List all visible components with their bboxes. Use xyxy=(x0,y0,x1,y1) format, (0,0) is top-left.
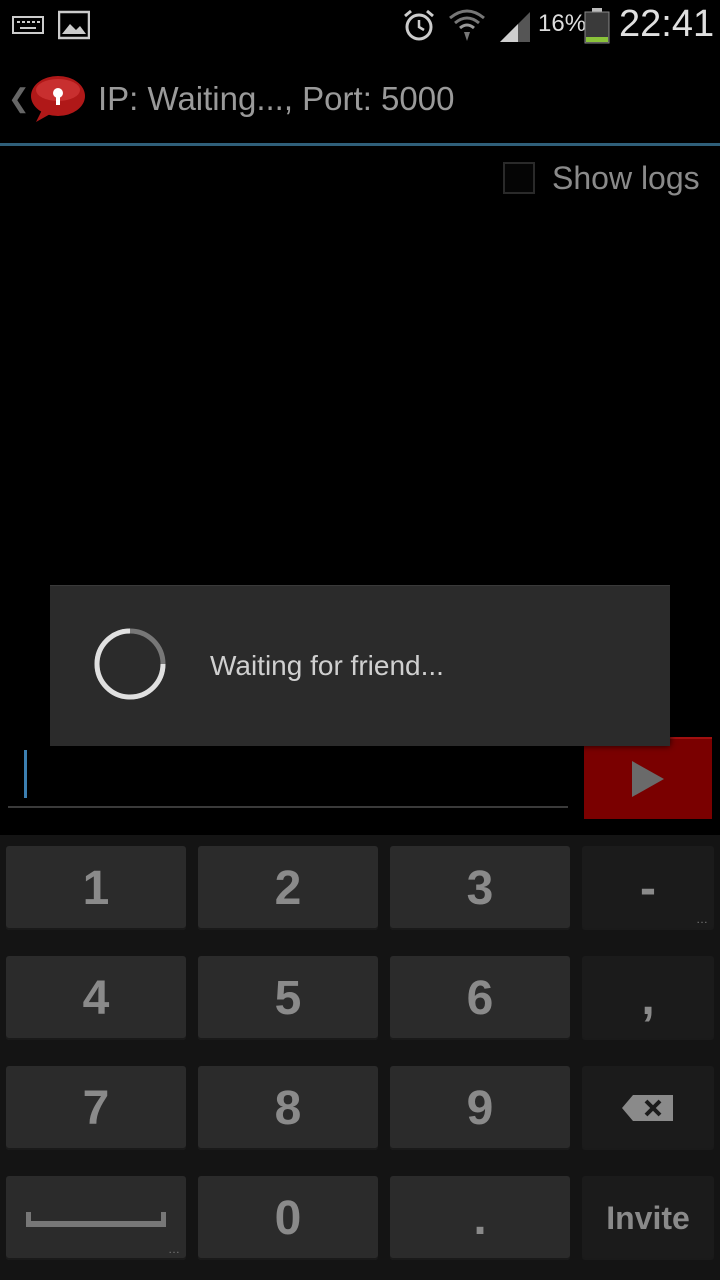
keyboard-icon xyxy=(12,15,44,40)
page-title: IP: Waiting..., Port: 5000 xyxy=(98,80,455,117)
key-5[interactable]: 5 xyxy=(198,956,378,1040)
key-4[interactable]: 4 xyxy=(6,956,186,1040)
wifi-icon xyxy=(448,6,486,49)
back-chevron-icon[interactable]: ❮ xyxy=(8,83,30,114)
key-0[interactable]: 0 xyxy=(198,1176,378,1260)
progress-dialog: Waiting for friend... xyxy=(50,585,670,746)
action-bar-divider xyxy=(0,143,720,146)
more-options-dots-icon: … xyxy=(696,912,708,926)
send-button[interactable] xyxy=(584,737,712,819)
key-9[interactable]: 9 xyxy=(390,1066,570,1150)
show-logs-label[interactable]: Show logs xyxy=(552,160,700,197)
backspace-key[interactable] xyxy=(582,1066,714,1150)
alarm-icon xyxy=(402,8,436,47)
battery-icon xyxy=(584,8,610,49)
key-7[interactable]: 7 xyxy=(6,1066,186,1150)
more-options-dots-icon: … xyxy=(168,1242,180,1256)
status-bar: 16% 22:41 xyxy=(0,0,720,50)
text-caret xyxy=(24,750,27,798)
key-minus[interactable]: -… xyxy=(582,846,714,930)
backspace-icon xyxy=(622,1095,673,1121)
numeric-keyboard: 1 2 3 -… 4 5 6 , 7 8 9 … 0 . Invite xyxy=(0,835,720,1280)
invite-key[interactable]: Invite xyxy=(582,1176,714,1260)
action-bar: ❮ IP: Waiting..., Port: 5000 xyxy=(0,50,720,144)
image-icon xyxy=(57,10,91,45)
loading-spinner-icon xyxy=(94,628,166,700)
dialog-message: Waiting for friend... xyxy=(210,650,444,681)
key-period[interactable]: . xyxy=(390,1176,570,1260)
key-comma[interactable]: , xyxy=(582,956,714,1040)
space-key[interactable]: … xyxy=(6,1176,186,1260)
show-logs-checkbox[interactable] xyxy=(503,162,535,194)
message-input[interactable] xyxy=(8,740,568,808)
key-8[interactable]: 8 xyxy=(198,1066,378,1150)
key-2[interactable]: 2 xyxy=(198,846,378,930)
key-6[interactable]: 6 xyxy=(390,956,570,1040)
signal-icon xyxy=(498,10,532,49)
app-logo-icon[interactable] xyxy=(28,74,86,124)
clock: 22:41 xyxy=(619,3,715,45)
space-bar-icon xyxy=(26,1212,166,1227)
key-1[interactable]: 1 xyxy=(6,846,186,930)
play-send-icon xyxy=(632,761,664,797)
key-3[interactable]: 3 xyxy=(390,846,570,930)
battery-percent: 16% xyxy=(538,10,587,37)
